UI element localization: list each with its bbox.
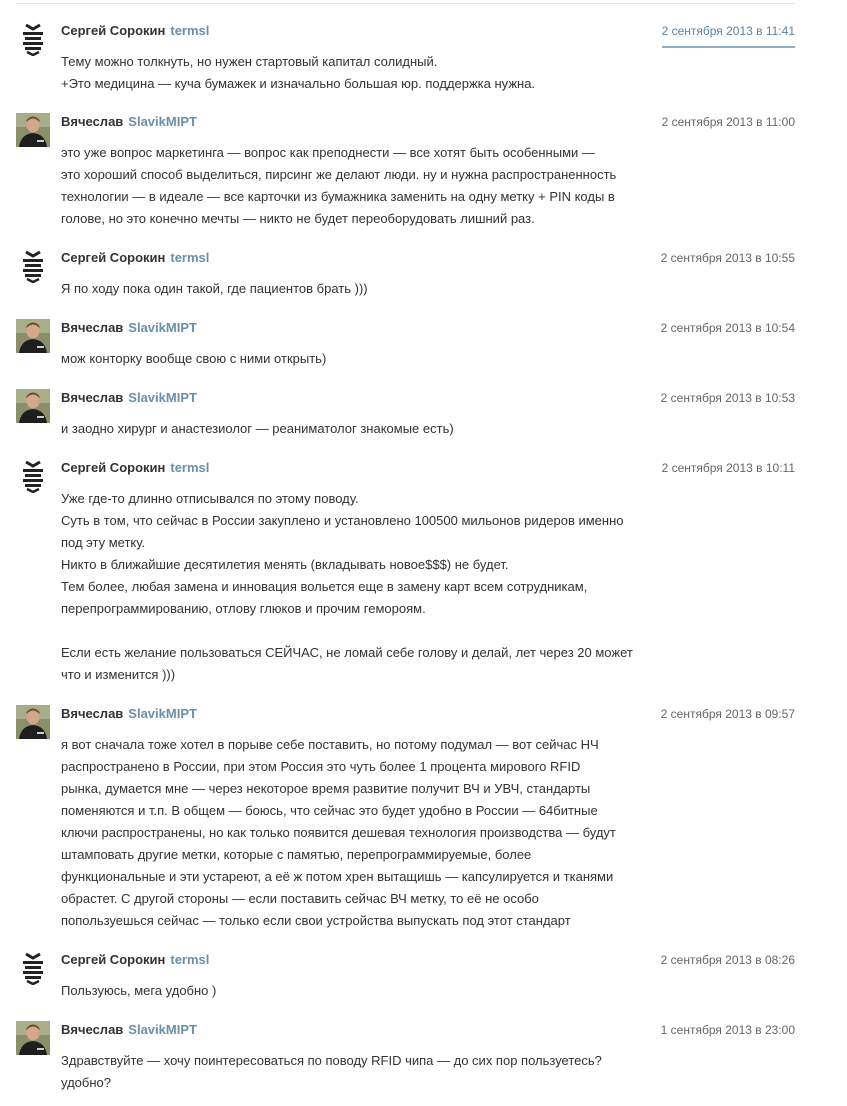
author-name: Сергей Сорокин — [61, 23, 166, 38]
author-name: Вячеслав — [61, 114, 124, 129]
comment-author: Сергей Сорокин termsl — [61, 249, 209, 267]
user-avatar-icon[interactable] — [16, 113, 50, 147]
comment-text-line — [61, 620, 673, 642]
comment-author: Сергей Сорокин termsl — [61, 22, 209, 40]
author-name: Вячеслав — [61, 390, 124, 405]
logo-avatar-icon[interactable] — [16, 249, 50, 283]
comment-author: Вячеслав SlavikMIPT — [61, 1021, 197, 1039]
author-name: Вячеслав — [61, 1022, 124, 1037]
comment-text-line: Пользуюсь, мега удобно ) — [61, 983, 217, 998]
comment-text-line: голове, но это конечно мечты — никто не … — [61, 211, 535, 226]
comment-text-line: +Это медицина — куча бумажек и изначальн… — [61, 76, 536, 91]
comment-timestamp-link[interactable]: 2 сентября 2013 в 10:55 — [661, 249, 795, 267]
logo-avatar-icon[interactable] — [16, 459, 50, 493]
author-name: Сергей Сорокин — [61, 250, 166, 265]
comment-author: Вячеслав SlavikMIPT — [61, 705, 197, 723]
comment-author: Вячеслав SlavikMIPT — [61, 389, 197, 407]
comment-item: Вячеслав SlavikMIPT 2 сентября 2013 в 11:0… — [0, 113, 847, 233]
comment-text-line: перепрограммированию, отлову глюков и пр… — [61, 601, 426, 616]
author-nick-link[interactable]: SlavikMIPT — [128, 320, 197, 335]
comment-text-line: мож конторку вообще свою с ними открыть) — [61, 351, 327, 366]
author-name: Сергей Сорокин — [61, 952, 166, 967]
top-divider — [16, 3, 795, 4]
comment-text: Тему можно толкнуть, но нужен стартовый … — [61, 51, 673, 95]
author-name: Вячеслав — [61, 706, 124, 721]
author-nick-link[interactable]: SlavikMIPT — [128, 114, 197, 129]
comment-item: Сергей Сорокин termsl 2 сентября 2013 в 11… — [0, 22, 847, 98]
author-nick-link[interactable]: termsl — [170, 23, 209, 38]
comment-timestamp-link[interactable]: 1 сентября 2013 в 23:00 — [661, 1021, 795, 1039]
comment-text: мож конторку вообще свою с ними открыть) — [61, 348, 673, 370]
comment-item: Сергей Сорокин termsl 2 сентября 2013 в 10… — [0, 249, 847, 303]
user-avatar-icon[interactable] — [16, 389, 50, 423]
logo-avatar-icon[interactable] — [16, 951, 50, 985]
comment-text: Пользуюсь, мега удобно ) — [61, 980, 673, 1002]
comment-timestamp-link[interactable]: 2 сентября 2013 в 08:26 — [661, 951, 795, 969]
comment-text-line: ключи распространены, но как только появ… — [61, 825, 616, 840]
comment-timestamp-link[interactable]: 2 сентября 2013 в 09:57 — [661, 705, 795, 723]
author-nick-link[interactable]: termsl — [170, 952, 209, 967]
comment-item: Вячеслав SlavikMIPT 2 сентября 2013 в 09:5… — [0, 705, 847, 935]
comment-text-line: что и изменится ))) — [61, 667, 176, 682]
comment-text-line: распространено в России, при этом Россия… — [61, 759, 581, 774]
comment-timestamp-link[interactable]: 2 сентября 2013 в 10:54 — [661, 319, 795, 337]
comment-text-line: функциональные и эти устареют, а её ж по… — [61, 869, 614, 884]
author-nick-link[interactable]: SlavikMIPT — [128, 390, 197, 405]
author-nick-link[interactable]: SlavikMIPT — [128, 706, 197, 721]
comment-text-line: попользуешься сейчас — только если свои … — [61, 913, 571, 928]
comment-text-line: Тему можно толкнуть, но нужен стартовый … — [61, 54, 438, 69]
comment-timestamp-link[interactable]: 2 сентября 2013 в 10:53 — [661, 389, 795, 407]
author-nick-link[interactable]: SlavikMIPT — [128, 1022, 197, 1037]
comment-item: Сергей Сорокин termsl 2 сентября 2013 в 08… — [0, 951, 847, 1005]
comment-text-line: обрастет. С другой стороны — если постав… — [61, 891, 539, 906]
comment-text-line: поменяются и т.п. В общем — боюсь, что с… — [61, 803, 598, 818]
comment-text: я вот сначала тоже хотел в порыве себе п… — [61, 734, 673, 932]
comment-text-line: штамповать другие метки, которые с памят… — [61, 847, 532, 862]
author-nick-link[interactable]: termsl — [170, 250, 209, 265]
comment-text-line: Уже где-то длинно отписывался по этому п… — [61, 491, 359, 506]
comment-text: это уже вопрос маркетинга — вопрос как п… — [61, 142, 673, 230]
comment-author: Вячеслав SlavikMIPT — [61, 319, 197, 337]
comment-item: Вячеслав SlavikMIPT 2 сентября 2013 в 10:5… — [0, 389, 847, 443]
comment-text: Здравствуйте — хочу поинтересоваться по … — [61, 1050, 673, 1094]
user-avatar-icon[interactable] — [16, 319, 50, 353]
comment-text-line: рынка, думается мне — через некоторое вр… — [61, 781, 591, 796]
comment-text: Уже где-то длинно отписывался по этому п… — [61, 488, 673, 686]
logo-avatar-icon[interactable] — [16, 22, 50, 56]
comment-text-line: удобно? — [61, 1075, 111, 1090]
comment-text-line: я вот сначала тоже хотел в порыве себе п… — [61, 737, 599, 752]
comment-text: Я по ходу пока один такой, где пациентов… — [61, 278, 673, 300]
comment-author: Сергей Сорокин termsl — [61, 951, 209, 969]
comment-text-line: Суть в том, что сейчас в России закуплен… — [61, 513, 624, 528]
author-name: Сергей Сорокин — [61, 460, 166, 475]
comment-text-line: Я по ходу пока один такой, где пациентов… — [61, 281, 368, 296]
user-avatar-icon[interactable] — [16, 705, 50, 739]
comment-text-line: Здравствуйте — хочу поинтересоваться по … — [61, 1053, 602, 1068]
comment-text-line: и заодно хирург и анастезиолог — реанима… — [61, 421, 454, 436]
comment-author: Вячеслав SlavikMIPT — [61, 113, 197, 131]
comment-text: и заодно хирург и анастезиолог — реанима… — [61, 418, 673, 440]
comment-text-line: Если есть желание пользоваться СЕЙЧАС, н… — [61, 645, 633, 660]
author-nick-link[interactable]: termsl — [170, 460, 209, 475]
comment-item: Сергей Сорокин termsl 2 сентября 2013 в 10… — [0, 459, 847, 689]
comment-timestamp-link[interactable]: 2 сентября 2013 в 11:00 — [662, 113, 795, 131]
comment-timestamp-link[interactable]: 2 сентября 2013 в 10:11 — [662, 459, 795, 477]
comment-text-line: это уже вопрос маркетинга — вопрос как п… — [61, 145, 595, 160]
comment-text-line: под эту метку. — [61, 535, 146, 550]
comment-timestamp-link[interactable]: 2 сентября 2013 в 11:41 — [661, 22, 795, 48]
user-avatar-icon[interactable] — [16, 1021, 50, 1055]
comment-text-line: Никто в ближайшие десятилетия менять (вк… — [61, 557, 509, 572]
comment-text-line: Тем более, любая замена и инновация воль… — [61, 579, 588, 594]
comment-item: Вячеслав SlavikMIPT 1 сентября 2013 в 23:0… — [0, 1021, 847, 1097]
comment-author: Сергей Сорокин termsl — [61, 459, 209, 477]
comment-text-line: технологии — в идеале — все карточки из … — [61, 189, 615, 204]
comment-text-line: это хороший способ выделиться, пирсинг ж… — [61, 167, 617, 182]
comment-item: Вячеслав SlavikMIPT 2 сентября 2013 в 10:5… — [0, 319, 847, 373]
author-name: Вячеслав — [61, 320, 124, 335]
